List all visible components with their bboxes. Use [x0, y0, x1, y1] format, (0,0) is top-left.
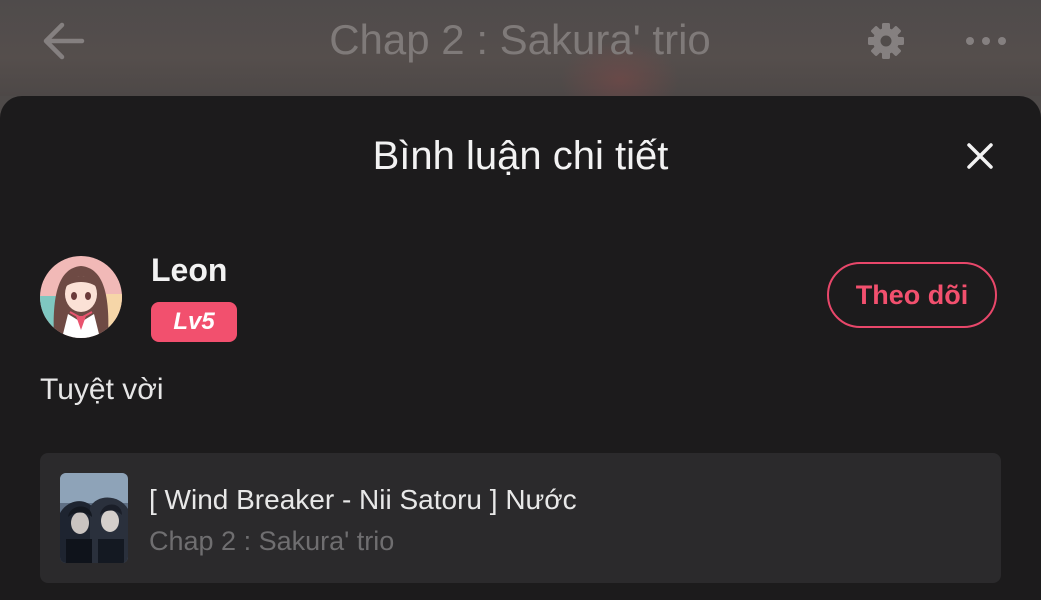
- anime-girl-avatar: [40, 256, 122, 338]
- sheet-title: Bình luận chi tiết: [372, 134, 669, 178]
- page-title: Chap 2 : Sakura' trio: [329, 16, 711, 63]
- background-header: Chap 2 : Sakura' trio: [0, 0, 1041, 120]
- username[interactable]: Leon: [151, 248, 227, 292]
- arrow-left-icon: [43, 22, 85, 60]
- more-dots-icon: [966, 37, 1006, 45]
- follow-button[interactable]: Theo dõi: [827, 262, 997, 328]
- level-badge: Lv5: [151, 302, 237, 342]
- close-icon: [967, 143, 993, 169]
- story-chapter: Chap 2 : Sakura' trio: [149, 526, 395, 556]
- manga-cover-thumbnail: [60, 473, 128, 563]
- close-button[interactable]: [958, 134, 1002, 178]
- settings-button[interactable]: [862, 18, 910, 64]
- comment-detail-sheet: Bình luận chi tiết Leon Lv5 Theo dõi Tuy…: [0, 96, 1041, 600]
- more-options-button[interactable]: [960, 18, 1012, 64]
- comment-text: Tuyệt vời: [40, 373, 164, 406]
- story-card[interactable]: [ Wind Breaker - Nii Satoru ] Nước Chap …: [40, 453, 1001, 583]
- avatar[interactable]: [40, 256, 122, 338]
- back-button[interactable]: [38, 18, 88, 64]
- story-cover: [60, 473, 128, 563]
- gear-icon: [868, 23, 904, 59]
- story-title: [ Wind Breaker - Nii Satoru ] Nước: [149, 484, 577, 515]
